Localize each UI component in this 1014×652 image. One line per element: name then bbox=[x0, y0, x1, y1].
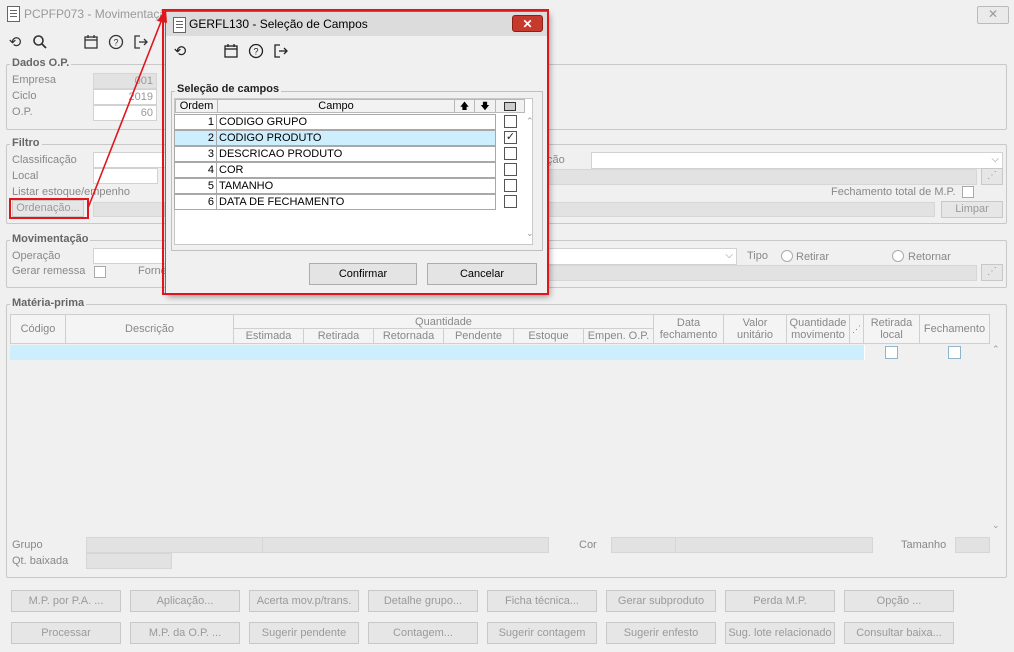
annotation-arrow bbox=[87, 9, 167, 209]
